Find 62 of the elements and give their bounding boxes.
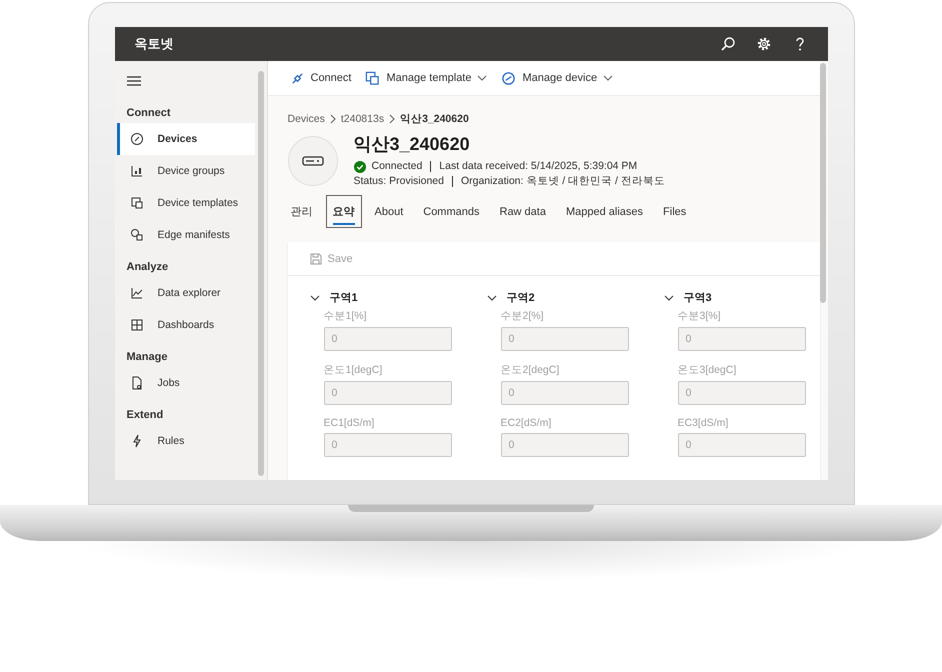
document-icon: [130, 376, 144, 390]
tab[interactable]: Raw data: [492, 196, 553, 226]
last-data-text: Last data received: 5/14/2025, 5:39:04 PM: [439, 159, 638, 174]
chevron-down-icon[interactable]: [486, 294, 496, 300]
line-chart-icon: [130, 286, 144, 300]
template-icon: [365, 70, 380, 86]
section-heading: Connect: [126, 106, 172, 121]
group-title: 구역2: [506, 291, 535, 305]
router-icon: [302, 154, 324, 166]
field-label: 온도2[degC]: [500, 363, 560, 377]
field-label: 수분3[%]: [678, 309, 722, 323]
dashboard-icon: [130, 318, 144, 332]
group-title: 구역1: [330, 291, 358, 305]
sidebar-item[interactable]: Jobs: [116, 367, 254, 399]
chevron-right-icon: [389, 114, 396, 124]
device-name: 익산3_240620: [354, 133, 471, 156]
app-title: 옥토넷: [134, 35, 174, 53]
field-label: EC1[dS/m]: [324, 417, 376, 429]
field-label: 온도1[degC]: [324, 363, 384, 377]
sidebar-item[interactable]: Edge manifests: [116, 219, 254, 251]
plug-icon: [290, 70, 304, 86]
field-label: 수분2[%]: [500, 309, 545, 323]
sidebar-item[interactable]: Dashboards: [116, 309, 254, 341]
toolbar-button[interactable]: Manage template: [365, 70, 488, 86]
chevron-down-icon[interactable]: [664, 294, 674, 300]
sidebar-item[interactable]: Rules: [116, 425, 254, 457]
section-heading: Analyze: [126, 260, 170, 275]
chevron-right-icon: [330, 114, 336, 124]
field-label: EC2[dS/m]: [500, 417, 552, 429]
toolbar-button[interactable]: Connect: [290, 70, 352, 86]
tab[interactable]: 관리: [284, 195, 320, 228]
sidebar-item[interactable]: Device groups: [116, 155, 254, 187]
chevron-down-icon[interactable]: [310, 294, 320, 300]
sidebar-item[interactable]: Data explorer: [116, 277, 254, 309]
template-icon: [130, 196, 144, 210]
group-title: 구역3: [684, 291, 712, 305]
section-heading: Extend: [126, 408, 164, 423]
chevron-down-icon: [477, 75, 488, 81]
gauge-icon: [130, 132, 144, 146]
section-heading: Manage: [126, 350, 168, 365]
field-label: 수분1[%]: [324, 309, 368, 323]
tab[interactable]: Files: [656, 196, 694, 226]
toolbar-button[interactable]: Manage device: [501, 70, 614, 86]
field-label: 온도3[degC]: [678, 363, 738, 377]
sidebar-item[interactable]: Device templates: [116, 187, 254, 219]
tab[interactable]: 요약: [326, 195, 362, 228]
bar-grid-icon: [130, 164, 144, 178]
sidebar-item[interactable]: Devices: [116, 123, 254, 155]
breadcrumb-link[interactable]: 익산3_240620: [400, 112, 469, 126]
connection-status: Connected: [372, 159, 422, 174]
tab[interactable]: About: [368, 196, 410, 226]
tab[interactable]: Commands: [416, 196, 486, 226]
organization-text: Organization: 옥토넷 / 대한민국 / 전라북도: [460, 174, 665, 189]
field-label: EC3[dS/m]: [678, 417, 730, 429]
chevron-down-icon: [603, 75, 614, 81]
tab[interactable]: Mapped aliases: [558, 196, 650, 226]
breadcrumb-link[interactable]: Devices: [288, 113, 325, 125]
provision-status: Status: Provisioned: [354, 174, 444, 189]
device-gauge-icon: [501, 70, 516, 86]
breadcrumb-link[interactable]: t240813s: [340, 113, 384, 125]
gear-box-icon: [130, 228, 144, 242]
menu-icon[interactable]: [126, 76, 140, 86]
